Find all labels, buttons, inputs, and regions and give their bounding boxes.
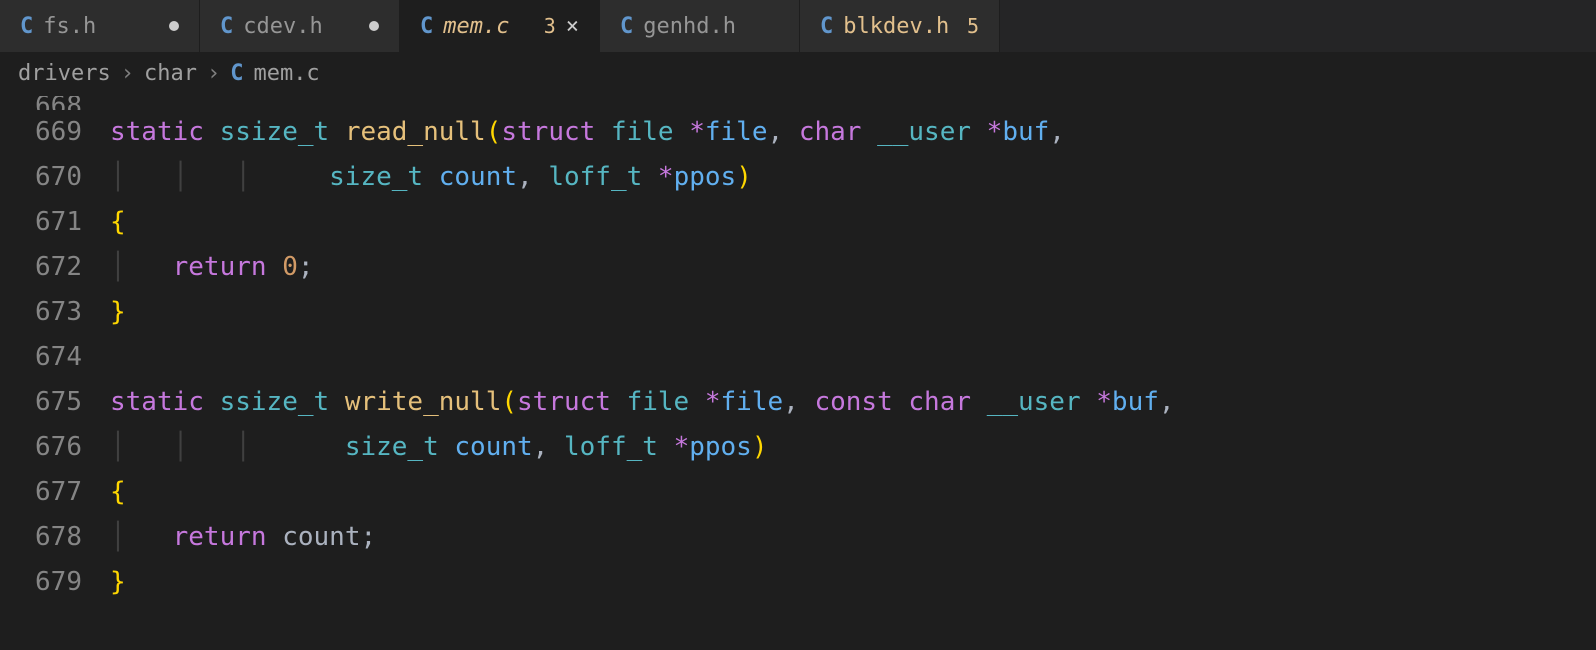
line-number: 675 — [0, 380, 110, 425]
code-content: } — [110, 560, 126, 605]
modified-dot-icon — [369, 21, 379, 31]
tab-label: cdev.h — [243, 14, 359, 39]
breadcrumb-segment[interactable]: char — [144, 61, 197, 86]
line-number: 671 — [0, 200, 110, 245]
tab-fs-h[interactable]: C fs.h — [0, 0, 200, 52]
code-line: 674 — [0, 335, 1596, 380]
code-content: } — [110, 290, 126, 335]
line-number: 668 — [0, 96, 110, 110]
git-badge: 5 — [967, 14, 979, 38]
code-line: 669 static ssize_t read_null(struct file… — [0, 110, 1596, 155]
line-number: 670 — [0, 155, 110, 200]
c-file-icon: C — [820, 14, 833, 39]
c-file-icon: C — [230, 61, 243, 86]
code-line: 678 │ return count; — [0, 515, 1596, 560]
tab-mem-c[interactable]: C mem.c 3 × — [400, 0, 600, 52]
code-line: 670 │ │ │ size_t count, loff_t *ppos) — [0, 155, 1596, 200]
code-line: 677 { — [0, 470, 1596, 515]
tab-label: mem.c — [443, 14, 533, 39]
modified-dot-icon — [169, 21, 179, 31]
breadcrumb-segment[interactable]: mem.c — [253, 61, 319, 86]
breadcrumb: drivers › char › C mem.c — [0, 52, 1596, 94]
code-content: │ return 0; — [110, 245, 314, 290]
code-content: │ return count; — [110, 515, 376, 560]
tab-genhd-h[interactable]: C genhd.h — [600, 0, 800, 52]
tab-label: blkdev.h — [843, 14, 957, 39]
code-content: │ │ │ size_t count, loff_t *ppos) — [110, 425, 768, 470]
code-line: 671 { — [0, 200, 1596, 245]
close-icon[interactable]: × — [566, 14, 579, 39]
tab-blkdev-h[interactable]: C blkdev.h 5 — [800, 0, 1000, 52]
code-line: 673 } — [0, 290, 1596, 335]
chevron-right-icon: › — [207, 61, 220, 86]
line-number: 674 — [0, 335, 110, 380]
code-editor[interactable]: 668 669 static ssize_t read_null(struct … — [0, 94, 1596, 605]
c-file-icon: C — [420, 14, 433, 39]
c-file-icon: C — [220, 14, 233, 39]
c-file-icon: C — [20, 14, 33, 39]
line-number: 676 — [0, 425, 110, 470]
git-badge: 3 — [544, 14, 556, 38]
code-content: static ssize_t read_null(struct file *fi… — [110, 110, 1065, 155]
code-line: 672 │ return 0; — [0, 245, 1596, 290]
c-file-icon: C — [620, 14, 633, 39]
code-line: 679 } — [0, 560, 1596, 605]
line-number: 678 — [0, 515, 110, 560]
line-number: 672 — [0, 245, 110, 290]
code-content: { — [110, 470, 126, 515]
code-line: 675 static ssize_t write_null(struct fil… — [0, 380, 1596, 425]
chevron-right-icon: › — [121, 61, 134, 86]
code-content: static ssize_t write_null(struct file *f… — [110, 380, 1175, 425]
code-line: 676 │ │ │ size_t count, loff_t *ppos) — [0, 425, 1596, 470]
line-number: 673 — [0, 290, 110, 335]
tab-cdev-h[interactable]: C cdev.h — [200, 0, 400, 52]
tab-bar: C fs.h C cdev.h C mem.c 3 × C genhd.h C … — [0, 0, 1596, 52]
tab-label: fs.h — [43, 14, 159, 39]
line-number: 677 — [0, 470, 110, 515]
line-number: 679 — [0, 560, 110, 605]
breadcrumb-segment[interactable]: drivers — [18, 61, 111, 86]
code-content: { — [110, 200, 126, 245]
tab-label: genhd.h — [643, 14, 779, 39]
line-number: 669 — [0, 110, 110, 155]
code-content: │ │ │ size_t count, loff_t *ppos) — [110, 155, 752, 200]
